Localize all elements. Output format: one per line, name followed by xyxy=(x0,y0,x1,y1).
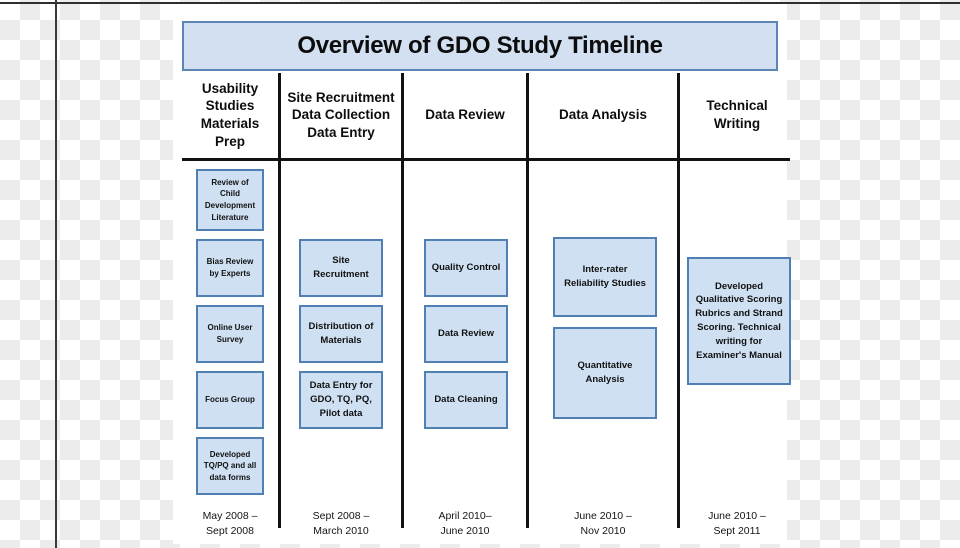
node-developed-tq-pq-and-all-data-forms[interactable]: Developed TQ/PQ and all data forms xyxy=(196,437,264,495)
timeline-column-technical-writing: Technical Writing Developed Qualitative … xyxy=(680,73,794,541)
timeline-column-data-analysis: Data Analysis Inter-rater Reliability St… xyxy=(529,73,677,541)
node-quality-control[interactable]: Quality Control xyxy=(424,239,508,297)
node-developed-qualitative-scoring-rubrics[interactable]: Developed Qualitative Scoring Rubrics an… xyxy=(687,257,791,385)
column-header-site-recruitment: Site Recruitment Data Collection Data En… xyxy=(287,89,395,140)
node-data-cleaning[interactable]: Data Cleaning xyxy=(424,371,508,429)
node-quantitative-analysis[interactable]: Quantitative Analysis xyxy=(553,327,657,419)
column-dates-technical-writing: June 2010 – Sept 2011 xyxy=(708,509,766,537)
node-inter-rater-reliability-studies[interactable]: Inter-rater Reliability Studies xyxy=(553,237,657,317)
column-header-usability-studies: Usability Studies Materials Prep xyxy=(200,80,260,149)
column-body-usability-studies: Review of Child Development Literature B… xyxy=(182,165,278,497)
node-site-recruitment[interactable]: Site Recruitment xyxy=(299,239,383,297)
node-online-user-survey[interactable]: Online User Survey xyxy=(196,305,264,363)
node-distribution-of-materials[interactable]: Distribution of Materials xyxy=(299,305,383,363)
timeline-figure: Overview of GDO Study Timeline Usability… xyxy=(173,4,791,544)
column-dates-data-review: April 2010– June 2010 xyxy=(438,509,492,537)
column-dates-site-recruitment: Sept 2008 – March 2010 xyxy=(312,509,370,537)
timeline-columns: Usability Studies Materials Prep Review … xyxy=(182,73,794,541)
column-body-data-review: Quality Control Data Review Data Cleanin… xyxy=(404,165,526,497)
node-data-review[interactable]: Data Review xyxy=(424,305,508,363)
timeline-column-site-recruitment: Site Recruitment Data Collection Data En… xyxy=(281,73,401,541)
column-dates-usability-studies: May 2008 – Sept 2008 xyxy=(202,509,258,537)
column-body-data-analysis: Inter-rater Reliability Studies Quantita… xyxy=(529,165,677,497)
node-focus-group[interactable]: Focus Group xyxy=(196,371,264,429)
left-border-rule xyxy=(55,0,57,548)
timeline-column-data-review: Data Review Quality Control Data Review … xyxy=(404,73,526,541)
node-review-of-child-development-literature[interactable]: Review of Child Development Literature xyxy=(196,169,264,231)
column-header-data-review: Data Review xyxy=(425,107,505,123)
figure-title-banner: Overview of GDO Study Timeline xyxy=(182,21,778,71)
column-dates-data-analysis: June 2010 – Nov 2010 xyxy=(574,509,632,537)
node-bias-review-by-experts[interactable]: Bias Review by Experts xyxy=(196,239,264,297)
timeline-column-usability-studies: Usability Studies Materials Prep Review … xyxy=(182,73,278,541)
column-body-technical-writing: Developed Qualitative Scoring Rubrics an… xyxy=(680,165,794,497)
column-body-site-recruitment: Site Recruitment Distribution of Materia… xyxy=(281,165,401,497)
node-data-entry-for-gdo-tq-pq-pilot-data[interactable]: Data Entry for GDO, TQ, PQ, Pilot data xyxy=(299,371,383,429)
column-header-technical-writing: Technical Writing xyxy=(706,98,768,131)
page-title: Overview of GDO Study Timeline xyxy=(297,32,663,59)
column-header-data-analysis: Data Analysis xyxy=(558,107,648,123)
